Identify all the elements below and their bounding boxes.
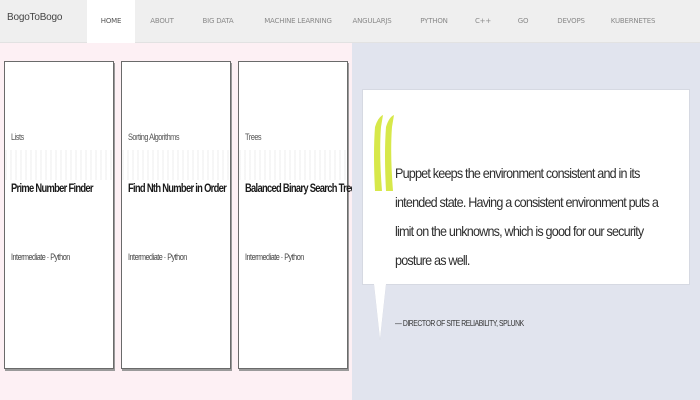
testimonial-quote: Puppet keeps the environment consistent … bbox=[395, 165, 659, 268]
course-card[interactable]: Trees Balanced Binary Search Tree Interm… bbox=[238, 61, 356, 369]
card-meta: Intermediate · Python bbox=[245, 252, 304, 262]
testimonial-author: — DIRECTOR OF SITE RELIABILITY, SPLUNK bbox=[395, 319, 524, 328]
card-divider bbox=[122, 150, 230, 180]
quote-bubble-tail bbox=[374, 284, 386, 339]
nav-cpp[interactable]: C++ bbox=[470, 0, 496, 43]
course-card[interactable]: Lists Prime Number Finder Intermediate ·… bbox=[4, 61, 114, 369]
nav-machine-learning[interactable]: MACHINE LEARNING bbox=[255, 0, 341, 43]
quote-mark-left-stroke bbox=[374, 115, 383, 191]
quote-mark-icon bbox=[374, 115, 394, 191]
card-title[interactable]: Balanced Binary Search Tree bbox=[245, 181, 356, 195]
nav-kubernetes[interactable]: KUBERNETES bbox=[604, 0, 662, 43]
quote-mark-right-stroke bbox=[385, 115, 394, 191]
nav-angularjs[interactable]: ANGULARJS bbox=[347, 0, 397, 43]
nav-home[interactable]: HOME bbox=[87, 0, 135, 43]
nav-go[interactable]: GO bbox=[510, 0, 536, 43]
card-meta: Intermediate · Python bbox=[128, 252, 187, 262]
top-navbar: BogoToBogo HOME ABOUT BIG DATA MACHINE L… bbox=[0, 0, 700, 43]
card-category: Trees bbox=[245, 132, 262, 142]
nav-devops[interactable]: DEVOPS bbox=[550, 0, 592, 43]
nav-big-data[interactable]: BIG DATA bbox=[195, 0, 241, 43]
course-card[interactable]: Sorting Algorithms Find Nth Number in Or… bbox=[121, 61, 231, 369]
site-logo[interactable]: BogoToBogo bbox=[7, 12, 62, 23]
nav-python[interactable]: PYTHON bbox=[413, 0, 455, 43]
card-title[interactable]: Prime Number Finder bbox=[11, 181, 94, 195]
nav-about[interactable]: ABOUT bbox=[140, 0, 184, 43]
card-title[interactable]: Find Nth Number in Order bbox=[128, 181, 227, 195]
card-divider bbox=[239, 150, 347, 180]
card-meta: Intermediate · Python bbox=[11, 252, 70, 262]
card-divider bbox=[5, 150, 113, 180]
card-category: Sorting Algorithms bbox=[128, 132, 180, 142]
card-category: Lists bbox=[11, 132, 24, 142]
